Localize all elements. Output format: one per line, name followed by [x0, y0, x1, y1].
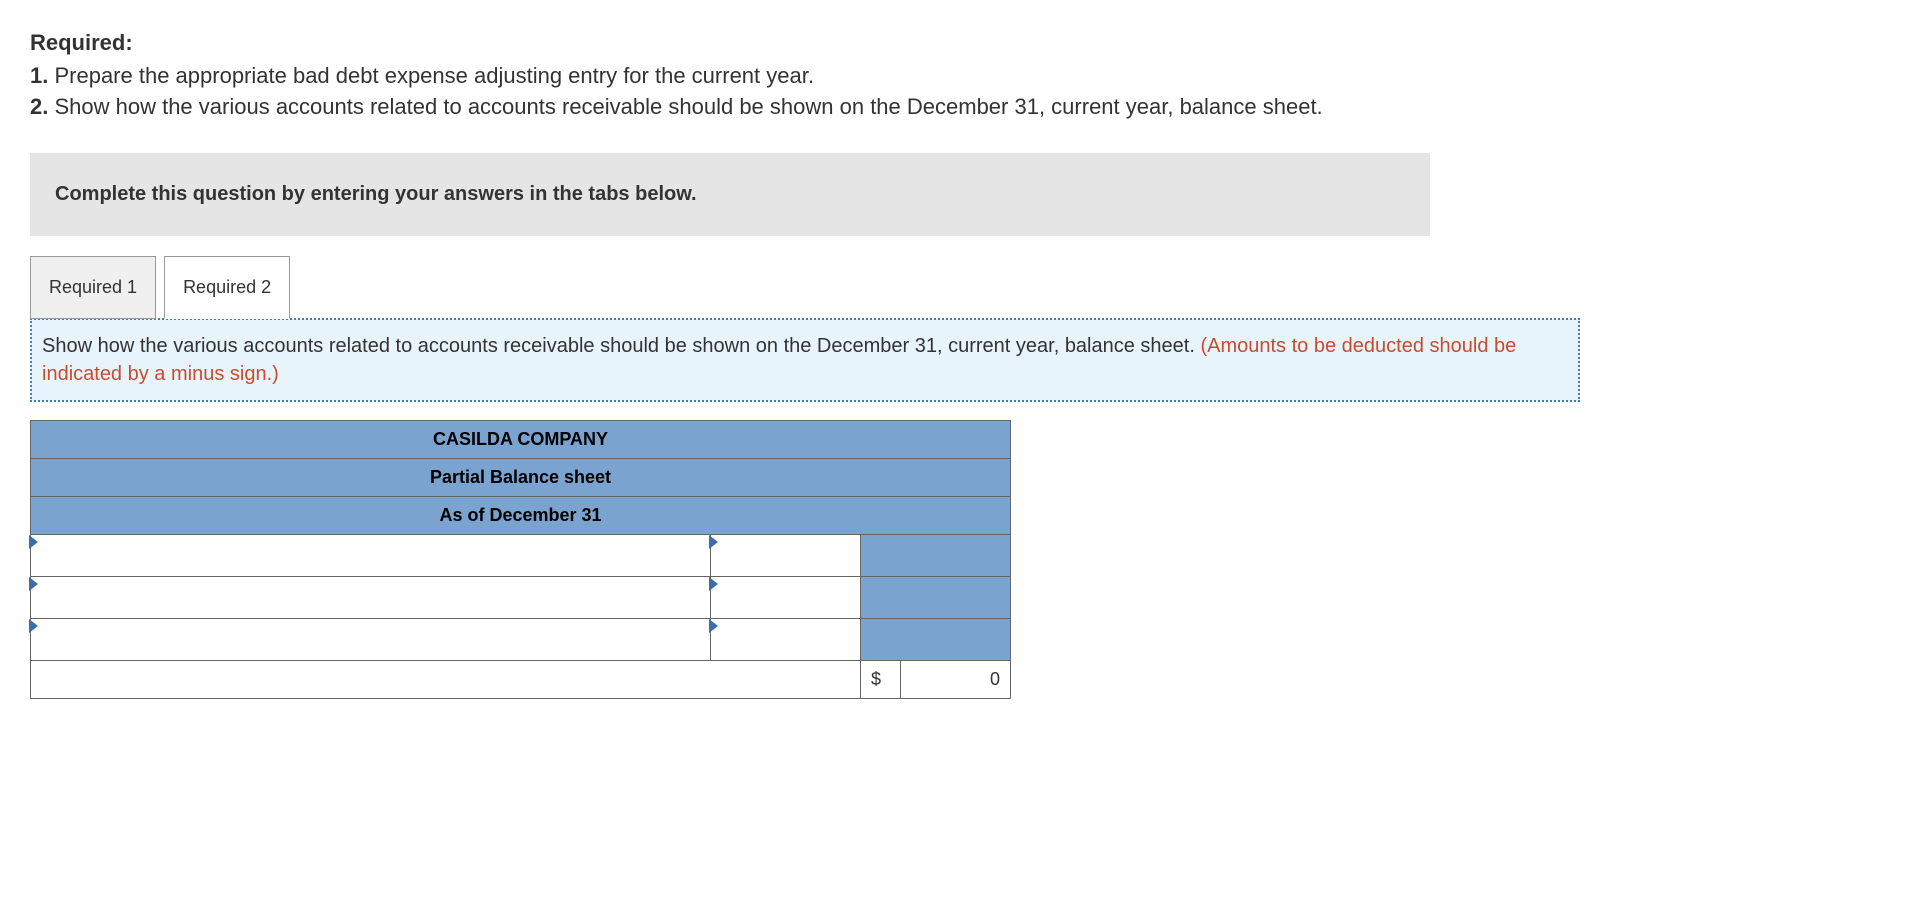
- account-name-input-2[interactable]: [31, 576, 711, 618]
- total-value-cell: 0: [901, 660, 1011, 698]
- required-text-1: Prepare the appropriate bad debt expense…: [48, 63, 814, 88]
- balance-sheet-worksheet: CASILDA COMPANY Partial Balance sheet As…: [30, 420, 1011, 699]
- total-label-cell: [31, 660, 861, 698]
- tab-instruction-text: Show how the various accounts related to…: [42, 335, 1200, 357]
- worksheet-header-date: As of December 31: [31, 496, 1011, 534]
- total-currency-cell: $: [861, 660, 901, 698]
- dropdown-marker-icon: [29, 535, 38, 549]
- dropdown-marker-icon: [709, 535, 718, 549]
- spacer-cell: [901, 618, 1011, 660]
- spacer-cell: [901, 534, 1011, 576]
- tabs-container: Required 1 Required 2: [30, 256, 1884, 319]
- spacer-cell: [861, 618, 901, 660]
- required-number-2: 2.: [30, 94, 48, 119]
- tab-content-panel: Show how the various accounts related to…: [30, 318, 1580, 402]
- tab-required-2[interactable]: Required 2: [164, 256, 290, 319]
- required-item-2: 2. Show how the various accounts related…: [30, 92, 1884, 123]
- account-name-input-1[interactable]: [31, 534, 711, 576]
- spacer-cell: [901, 576, 1011, 618]
- dropdown-marker-icon: [29, 619, 38, 633]
- required-number-1: 1.: [30, 63, 48, 88]
- worksheet-header-title: Partial Balance sheet: [31, 458, 1011, 496]
- instruction-box: Complete this question by entering your …: [30, 153, 1430, 236]
- dropdown-marker-icon: [709, 577, 718, 591]
- dropdown-marker-icon: [29, 577, 38, 591]
- account-name-input-3[interactable]: [31, 618, 711, 660]
- required-heading: Required:: [30, 30, 1884, 56]
- account-amount-input-3[interactable]: [711, 618, 861, 660]
- account-amount-input-2[interactable]: [711, 576, 861, 618]
- worksheet-header-company: CASILDA COMPANY: [31, 420, 1011, 458]
- required-text-2: Show how the various accounts related to…: [48, 94, 1322, 119]
- dropdown-marker-icon: [709, 619, 718, 633]
- required-item-1: 1. Prepare the appropriate bad debt expe…: [30, 61, 1884, 92]
- spacer-cell: [861, 576, 901, 618]
- required-section: Required: 1. Prepare the appropriate bad…: [30, 30, 1884, 123]
- tab-required-1[interactable]: Required 1: [30, 256, 156, 319]
- account-amount-input-1[interactable]: [711, 534, 861, 576]
- spacer-cell: [861, 534, 901, 576]
